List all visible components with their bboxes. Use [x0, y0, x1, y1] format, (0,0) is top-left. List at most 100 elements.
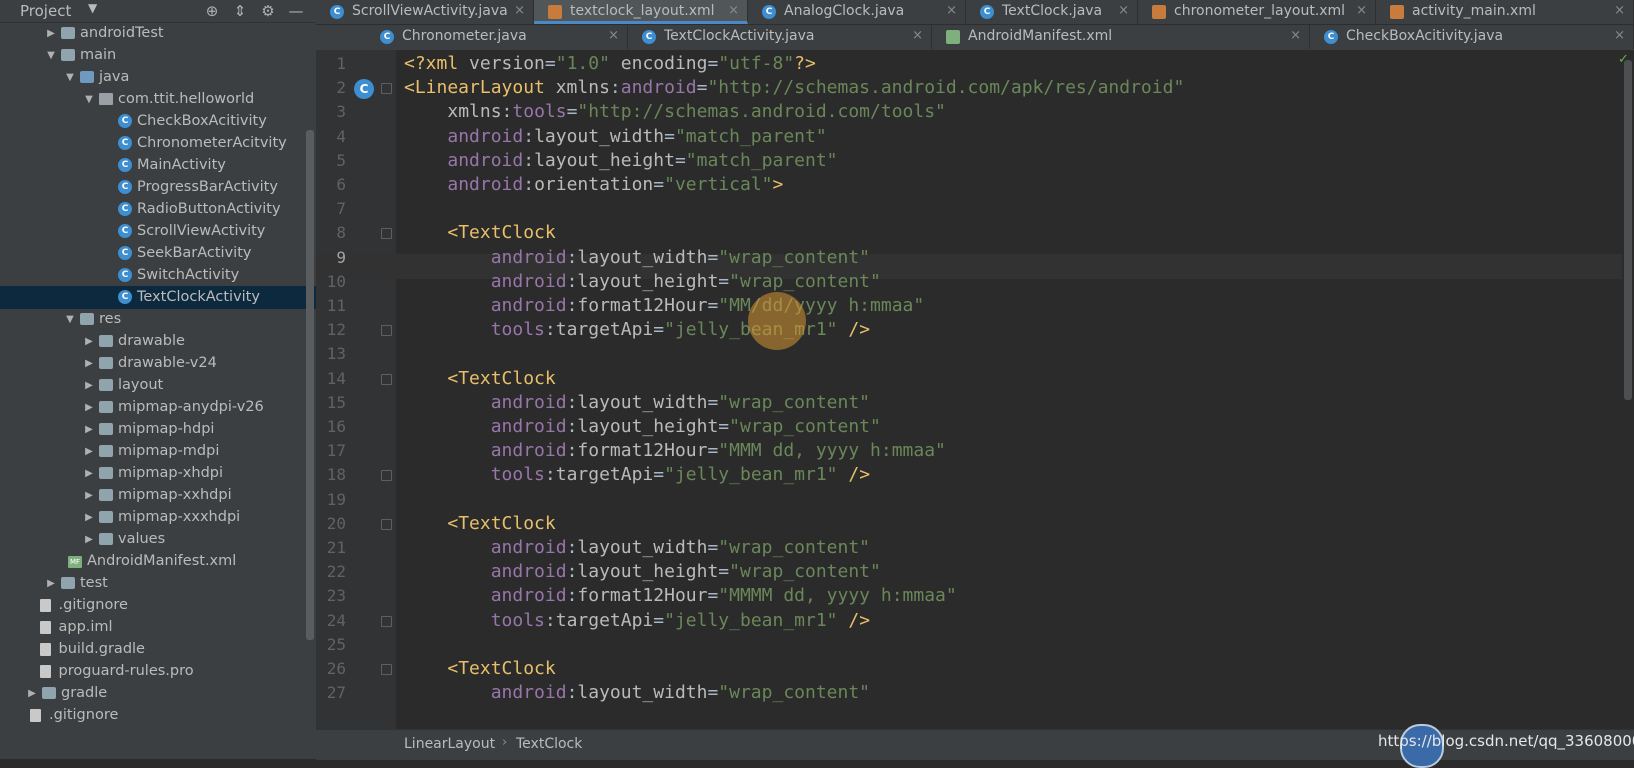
caret-right-icon[interactable]: ▶: [83, 484, 95, 507]
tree-item[interactable]: C TextClockActivity: [0, 286, 316, 309]
code-line[interactable]: <LinearLayout xmlns:android="http://sche…: [404, 75, 1184, 100]
code-line[interactable]: android:orientation="vertical">: [404, 172, 783, 197]
code-line[interactable]: android:format12Hour="MMM dd, yyyy h:mma…: [404, 438, 946, 463]
minimize-icon[interactable]: —: [282, 0, 310, 22]
tree-item[interactable]: ▼ com.ttit.helloworld: [0, 88, 316, 111]
caret-down-icon[interactable]: ▼: [83, 88, 95, 111]
code-line[interactable]: <TextClock: [404, 511, 555, 536]
tree-item[interactable]: C SwitchActivity: [0, 264, 316, 287]
tree-item[interactable]: ▶ drawable-v24: [0, 352, 316, 375]
close-icon[interactable]: ×: [514, 0, 525, 22]
caret-right-icon[interactable]: ▶: [45, 572, 57, 595]
fold-marker-icon[interactable]: [381, 470, 392, 482]
project-view-selector[interactable]: Project: [20, 2, 71, 20]
caret-right-icon[interactable]: ▶: [83, 418, 95, 441]
code-line[interactable]: android:layout_height="match_parent": [404, 148, 837, 173]
editor-tab[interactable]: C Chronometer.java ×: [366, 25, 628, 49]
tree-item[interactable]: .gitignore: [0, 704, 316, 727]
tree-item[interactable]: ▶ gradle: [0, 682, 316, 705]
tree-item[interactable]: C RadioButtonActivity: [0, 198, 316, 221]
tree-item[interactable]: C ChronometerAcitvity: [0, 132, 316, 155]
code-line[interactable]: android:layout_height="wrap_content": [404, 414, 881, 439]
tree-item[interactable]: ▼ java: [0, 66, 316, 89]
tree-item[interactable]: build.gradle: [0, 638, 316, 661]
tree-item[interactable]: ▶ mipmap-xhdpi: [0, 462, 316, 485]
tree-item[interactable]: MF AndroidManifest.xml: [0, 550, 316, 573]
code-line[interactable]: android:layout_width="wrap_content": [404, 245, 870, 270]
fold-marker-icon[interactable]: [381, 664, 392, 675]
fold-marker-icon[interactable]: [381, 228, 392, 240]
tree-item[interactable]: proguard-rules.pro: [0, 660, 316, 683]
code-line[interactable]: android:layout_width="wrap_content": [404, 535, 870, 560]
caret-right-icon[interactable]: ▶: [83, 396, 95, 419]
tree-item[interactable]: C ProgressBarActivity: [0, 176, 316, 199]
code-line[interactable]: tools:targetApi="jelly_bean_mr1" />: [404, 608, 870, 633]
close-icon[interactable]: ×: [912, 25, 923, 47]
close-icon[interactable]: ×: [1290, 25, 1301, 47]
project-tree-scrollbar[interactable]: [306, 130, 314, 640]
caret-down-icon[interactable]: ▼: [64, 308, 76, 331]
editor-tab[interactable]: C TextClock.java ×: [966, 0, 1138, 24]
close-icon[interactable]: ×: [1118, 0, 1129, 22]
caret-down-icon[interactable]: ▼: [64, 66, 76, 89]
caret-right-icon[interactable]: ▶: [83, 330, 95, 353]
caret-right-icon[interactable]: ▶: [45, 22, 57, 45]
close-icon[interactable]: ×: [608, 25, 619, 47]
tree-item[interactable]: ▶ mipmap-mdpi: [0, 440, 316, 463]
fold-marker-icon[interactable]: [381, 373, 392, 385]
code-line[interactable]: tools:targetApi="jelly_bean_mr1" />: [404, 462, 870, 487]
code-line[interactable]: android:layout_width="wrap_content": [404, 390, 870, 415]
close-icon[interactable]: ×: [1614, 25, 1625, 47]
gear-icon[interactable]: ⚙: [254, 0, 282, 22]
breadcrumb-item-textclock[interactable]: TextClock: [516, 736, 582, 752]
tree-item[interactable]: C CheckBoxAcitivity: [0, 110, 316, 133]
caret-right-icon[interactable]: ▶: [83, 462, 95, 485]
tree-item[interactable]: ▶ test: [0, 572, 316, 595]
close-icon[interactable]: ×: [1356, 0, 1367, 22]
caret-right-icon[interactable]: ▶: [83, 374, 95, 397]
tree-item[interactable]: app.iml: [0, 616, 316, 639]
caret-right-icon[interactable]: ▶: [83, 352, 95, 375]
code-line[interactable]: android:layout_width="match_parent": [404, 124, 826, 149]
code-line[interactable]: android:layout_height="wrap_content": [404, 269, 881, 294]
tree-item[interactable]: ▶ drawable: [0, 330, 316, 353]
editor-tab[interactable]: C ScrollViewActivity.java ×: [316, 0, 534, 24]
tree-item[interactable]: ▶ values: [0, 528, 316, 551]
breadcrumb-item-linearlayout[interactable]: LinearLayout: [404, 736, 495, 752]
tree-item[interactable]: ▼ main: [0, 44, 316, 67]
editor-scrollbar-thumb[interactable]: [1624, 60, 1632, 400]
caret-right-icon[interactable]: ▶: [83, 506, 95, 529]
collapse-icon[interactable]: ⇕: [226, 0, 254, 22]
tree-item[interactable]: ▶ mipmap-hdpi: [0, 418, 316, 441]
tree-item[interactable]: .gitignore: [0, 594, 316, 617]
editor-tab[interactable]: textclock_layout.xml ×: [534, 0, 748, 24]
caret-down-icon[interactable]: ▼: [45, 44, 57, 67]
tree-item[interactable]: ▶ mipmap-anydpi-v26: [0, 396, 316, 419]
fold-marker-icon[interactable]: [381, 83, 392, 95]
fold-marker-icon[interactable]: [381, 325, 392, 337]
close-icon[interactable]: ×: [728, 0, 739, 22]
tree-item[interactable]: C SeekBarActivity: [0, 242, 316, 265]
editor-tab[interactable]: chronometer_layout.xml ×: [1138, 0, 1376, 24]
caret-right-icon[interactable]: ▶: [26, 682, 38, 705]
editor-tab[interactable]: C AnalogClock.java ×: [748, 0, 966, 24]
editor-tab[interactable]: C TextClockActivity.java ×: [628, 25, 932, 49]
tree-item[interactable]: ▶ layout: [0, 374, 316, 397]
class-gutter-icon[interactable]: C: [354, 79, 374, 99]
target-icon[interactable]: ⊕: [198, 0, 226, 22]
fold-marker-icon[interactable]: [381, 615, 392, 627]
caret-right-icon[interactable]: ▶: [83, 440, 95, 463]
close-icon[interactable]: ×: [1614, 0, 1625, 22]
editor-tab[interactable]: activity_main.xml ×: [1376, 0, 1634, 24]
code-line[interactable]: xmlns:tools="http://schemas.android.com/…: [404, 99, 946, 124]
code-line[interactable]: android:layout_height="wrap_content": [404, 559, 881, 584]
code-line[interactable]: <TextClock: [404, 220, 555, 245]
chevron-down-icon[interactable]: ▼: [88, 1, 97, 15]
tree-item[interactable]: C MainActivity: [0, 154, 316, 177]
code-line[interactable]: <TextClock: [404, 656, 555, 681]
code-line[interactable]: android:format12Hour="MM/dd/yyyy h:mmaa": [404, 293, 925, 318]
tree-item[interactable]: ▶ mipmap-xxhdpi: [0, 484, 316, 507]
code-line[interactable]: android:format12Hour="MMMM dd, yyyy h:mm…: [404, 583, 957, 608]
editor-tab[interactable]: AndroidManifest.xml ×: [932, 25, 1310, 49]
tree-item[interactable]: ▼ res: [0, 308, 316, 331]
